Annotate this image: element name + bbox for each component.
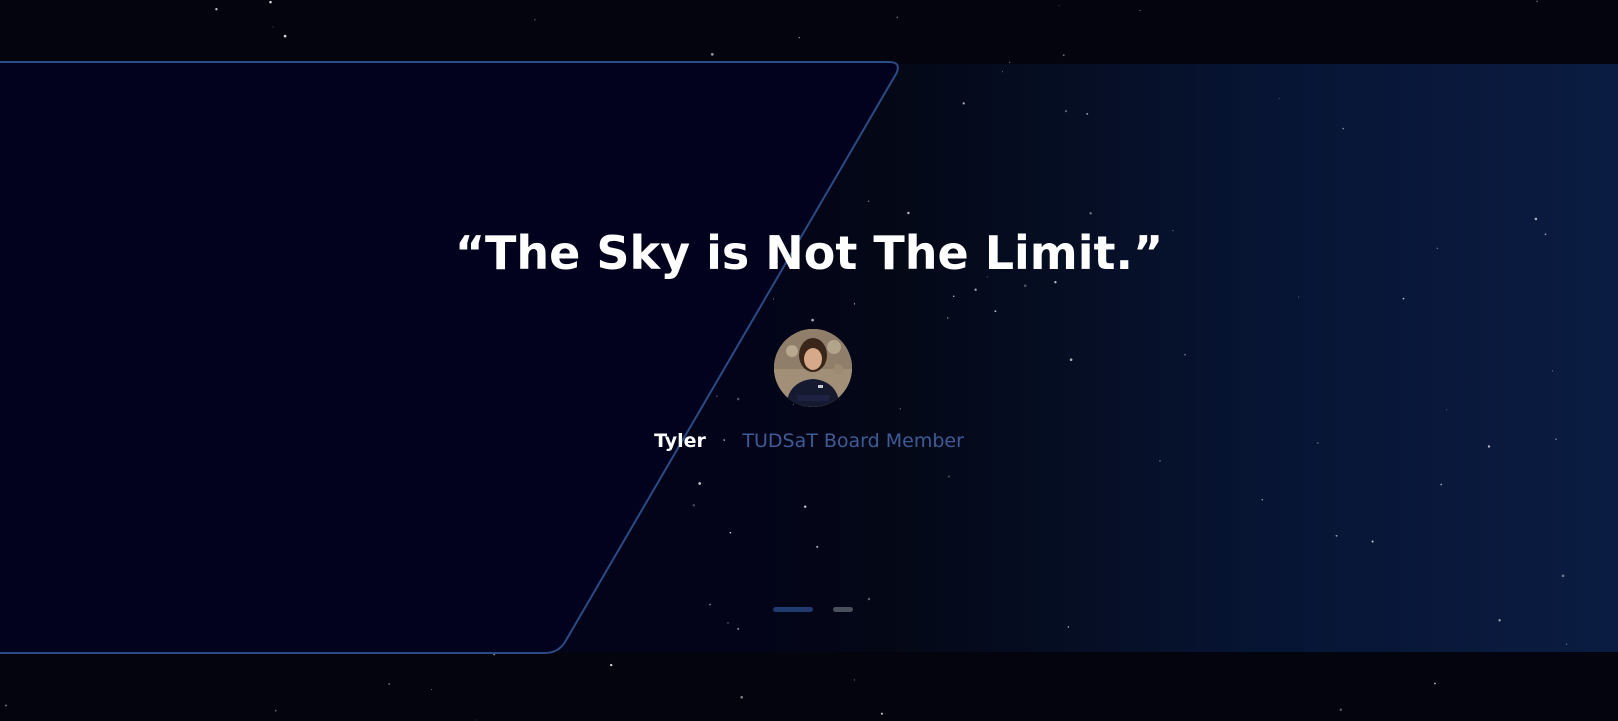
author-line: Tyler · TUDSaT Board Member [0,430,1618,452]
person-photo-icon [774,329,852,407]
author-role: TUDSaT Board Member [742,430,964,452]
author-avatar [774,329,852,407]
carousel-dot-2[interactable] [833,607,853,612]
author-separator: · [721,433,727,449]
testimonial-quote: “The Sky is Not The Limit.” [454,226,1164,280]
carousel-pagination [773,607,853,612]
author-name: Tyler [654,430,706,452]
testimonial-section: “The Sky is Not The Limit.” Tyler · TUDS… [0,0,1618,721]
carousel-dot-1[interactable] [773,607,813,612]
slanted-panel-shape [0,61,899,654]
